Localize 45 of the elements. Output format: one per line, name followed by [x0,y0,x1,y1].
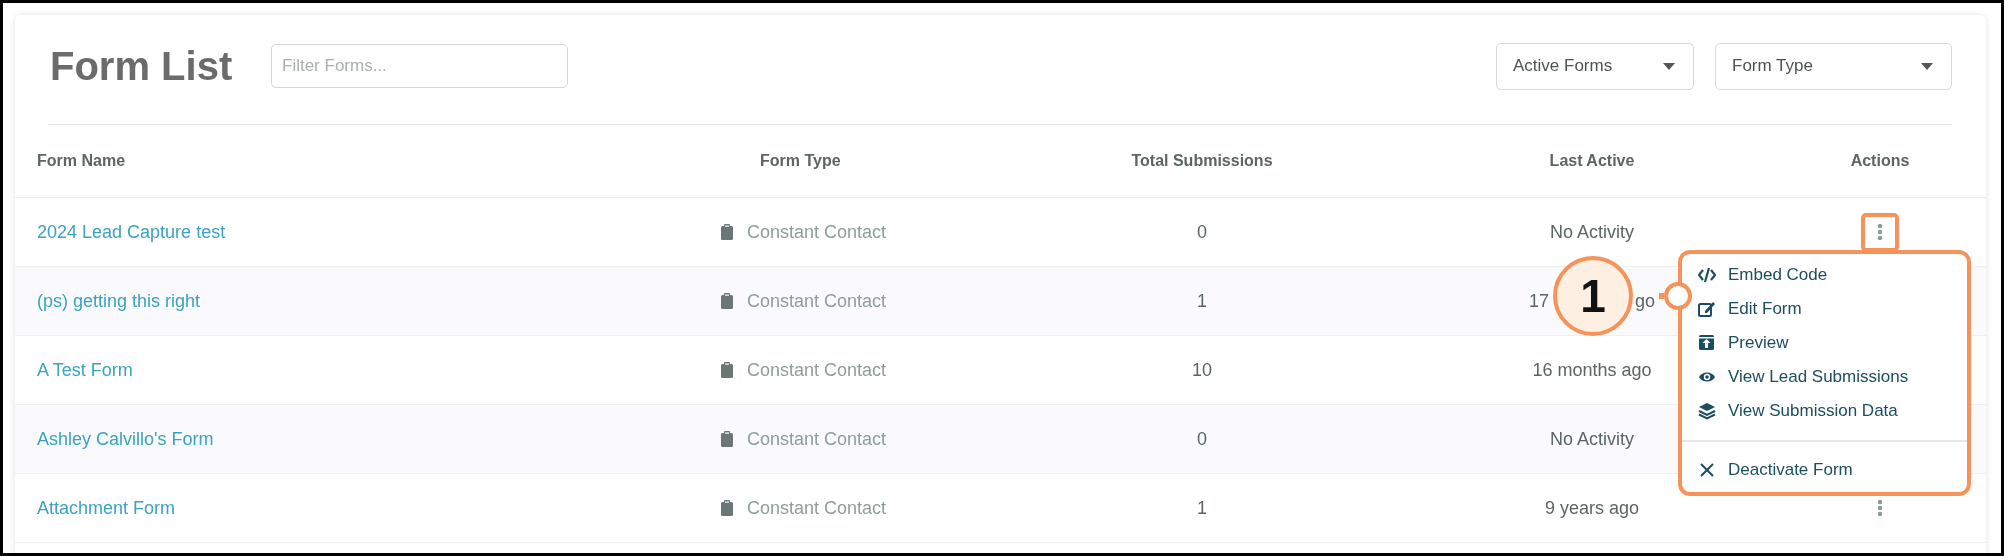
table-cell: 0 [1197,428,1207,450]
caret-icon [1921,62,1933,70]
edit-icon [1698,300,1716,318]
table-cell: Constant Contact [747,428,887,450]
clipboard-icon [720,362,734,378]
table-cell: Constant Contact [747,497,887,519]
clipboard-icon [720,293,734,309]
filter-field[interactable]: Filter Forms... [271,44,568,88]
kebab-icon [1877,223,1883,241]
column-header: Form Type [760,152,841,170]
clipboard-icon [720,500,734,516]
column-header: Form Name [37,152,126,170]
table-cell: 17 [1528,290,1549,312]
dropdown[interactable]: Form Type [1715,42,1952,90]
layers-icon [1698,402,1716,420]
table-cell: 9 years ago [1544,497,1640,519]
page-title: Form List [50,43,234,89]
menu-item[interactable]: Preview [1694,326,1967,360]
dropdown[interactable]: Active Forms [1496,42,1694,90]
table-cell: Constant Contact [747,221,887,243]
upload-box-icon [1698,334,1716,352]
kebab-icon [1877,499,1883,517]
menu-item[interactable]: Edit Form [1694,292,1967,326]
table-cell: 0 [1197,221,1207,243]
table-cell: No Activity [1550,428,1634,450]
close-icon [1698,461,1716,479]
table-cell: 1 [1197,290,1207,312]
table-cell: 1 [1197,497,1207,519]
menu-item[interactable]: Embed Code [1694,258,1967,292]
caret-icon [1663,62,1675,70]
column-header: Total Submissions [1131,152,1273,170]
column-header: Last Active [1549,152,1635,170]
menu-item[interactable]: View Submission Data [1694,394,1967,428]
table-cell: Constant Contact [747,359,887,381]
table-cell: 10 [1192,359,1212,381]
column-header: Actions [1850,152,1910,170]
table-cell: 16 months ago [1532,359,1652,381]
menu-item[interactable]: Deactivate Form [1694,454,1967,486]
code-icon [1698,266,1716,284]
clipboard-icon [720,224,734,240]
clipboard-icon [720,431,734,447]
menu-item[interactable]: View Lead Submissions [1694,360,1967,394]
table-cell: Constant Contact [747,290,887,312]
table-cell: go [1635,290,1656,312]
table-cell: No Activity [1550,221,1634,243]
